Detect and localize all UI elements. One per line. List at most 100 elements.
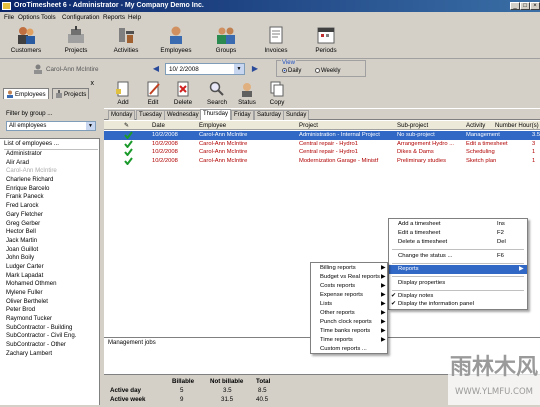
menu-options[interactable]: Options [18, 14, 40, 21]
filter-label: Filter by group ... [6, 110, 53, 117]
close-icon[interactable]: x [91, 80, 95, 87]
customers-button[interactable]: Customers [4, 25, 48, 54]
column-header[interactable]: Date [152, 122, 165, 129]
cell-project: Central repair - Hydro1 [299, 149, 358, 155]
employee-list-item[interactable]: Carol-Ann McIntire [4, 167, 98, 176]
employee-list-item[interactable]: Mark Lapadat [4, 272, 98, 281]
employee-list-item[interactable]: Administrator [4, 150, 98, 159]
table-row[interactable]: 10/2/2008 Carol-Ann McIntire Administratio… [104, 131, 540, 140]
submenu-item[interactable]: Expense reports ▶ [311, 291, 387, 300]
menu-item-add-timesheet[interactable]: Add a timesheet Ins [389, 220, 527, 229]
activities-button[interactable]: Activities [104, 25, 148, 54]
employee-list-item[interactable]: SubContractor - Other [4, 341, 98, 350]
totals-header: Billable [172, 378, 195, 385]
tab-saturday[interactable]: Saturday [254, 110, 285, 120]
edit-button[interactable]: Edit [138, 81, 168, 106]
menu-help[interactable]: Help [128, 14, 141, 21]
menu-file[interactable]: File [4, 14, 14, 21]
menu-item-reports[interactable]: Reports ▶ [389, 265, 527, 274]
copy-icon [270, 81, 284, 97]
menu-item-display-properties[interactable]: Display properties [389, 279, 527, 288]
employee-list-item[interactable]: Joan Guillot [4, 246, 98, 255]
submenu-item[interactable]: Custom reports ... [311, 345, 387, 354]
tab-monday[interactable]: Monday [108, 110, 136, 120]
submenu-item[interactable]: Budget vs Real reports ▶ [311, 273, 387, 282]
minimize-button[interactable]: _ [510, 2, 520, 10]
invoices-button[interactable]: Invoices [254, 25, 298, 54]
employee-list-item[interactable]: Jack Martin [4, 237, 98, 246]
employee-list-item[interactable]: Raymond Tucker [4, 315, 98, 324]
tab-wednesday[interactable]: Wednesday [164, 110, 202, 120]
employees-button[interactable]: Employees [154, 25, 198, 54]
previous-day-button[interactable]: ◀ [151, 65, 161, 74]
employee-list-item[interactable]: Mylene Fuller [4, 289, 98, 298]
chevron-down-icon[interactable]: ▼ [234, 64, 244, 74]
submenu-item[interactable]: Other reports ▶ [311, 309, 387, 318]
daily-radio[interactable]: Daily [282, 68, 301, 74]
next-day-button[interactable]: ▶ [250, 65, 260, 74]
totals-header: Not billable [210, 378, 244, 385]
menu-reports[interactable]: Reports [103, 14, 125, 21]
column-header[interactable]: Activity [466, 122, 485, 129]
employee-list-item[interactable]: Oliver Berthelet [4, 298, 98, 307]
column-header[interactable]: Sub-project [397, 122, 428, 129]
weekly-radio[interactable]: Weekly [315, 68, 341, 74]
add-button[interactable]: Add [108, 81, 138, 106]
delete-button[interactable]: Delete [168, 81, 198, 106]
periods-button[interactable]: Periods [304, 25, 348, 54]
menu-configuration[interactable]: Configuration [62, 14, 99, 21]
status-button[interactable]: Status [232, 81, 262, 106]
maximize-button[interactable]: □ [520, 2, 530, 10]
tab-sunday[interactable]: Sunday [283, 110, 310, 120]
group-filter-select[interactable]: All employees ▼ [6, 121, 96, 131]
submenu-item[interactable]: Lists ▶ [311, 300, 387, 309]
employee-list-item[interactable]: Gary Fletcher [4, 211, 98, 220]
submenu-item[interactable]: Time reports ▶ [311, 336, 387, 345]
employee-list-item[interactable]: John Boily [4, 254, 98, 263]
tab-employees[interactable]: Employees [3, 88, 49, 99]
tab-tuesday[interactable]: Tuesday [136, 110, 165, 120]
management-jobs-label: Management jobs [108, 340, 156, 346]
employee-list-item[interactable]: Mohamed Othmen [4, 280, 98, 289]
cell-employee: Carol-Ann McIntire [199, 157, 248, 164]
close-button[interactable]: × [530, 2, 540, 10]
menu-item-display-info-panel[interactable]: ✔ Display the information panel [389, 300, 527, 309]
employee-list-item[interactable]: Alir Arad [4, 159, 98, 168]
column-header[interactable]: Project [299, 122, 318, 129]
employee-list-item[interactable]: Zachary Lambert [4, 350, 98, 359]
column-header[interactable]: Employee [199, 122, 226, 129]
submenu-item[interactable]: Costs reports ▶ [311, 282, 387, 291]
submenu-item[interactable]: Punch clock reports ▶ [311, 318, 387, 327]
employee-list-item[interactable]: Charlene Richard [4, 176, 98, 185]
menu-tools[interactable]: Tools [41, 14, 56, 21]
employee-list-item[interactable]: SubContractor - Building [4, 324, 98, 333]
employee-list-item[interactable]: Fred Larock [4, 202, 98, 211]
employee-list-item[interactable]: Enrique Barcelo [4, 185, 98, 194]
employee-list-item[interactable]: Ludger Carter [4, 263, 98, 272]
copy-button[interactable]: Copy [262, 81, 292, 106]
employee-list-item[interactable]: Peter Brod [4, 306, 98, 315]
tab-projects[interactable]: Projects [52, 88, 90, 99]
submenu-item[interactable]: Time banks reports ▶ [311, 327, 387, 336]
employee-list-item[interactable]: SubContractor - Civil Eng. [4, 332, 98, 341]
cell-hours: 3 [532, 140, 536, 147]
groups-button[interactable]: Groups [204, 25, 248, 54]
day-tabs: Monday Tuesday Wednesday Thursday Friday… [104, 109, 540, 120]
tab-friday[interactable]: Friday [231, 110, 254, 120]
table-row[interactable]: 10/2/2008 Carol-Ann McIntire Central repai… [104, 139, 540, 149]
column-header[interactable]: Number Hour(s) [495, 122, 539, 129]
table-row[interactable]: 10/2/2008 Carol-Ann McIntire Central repai… [104, 148, 540, 157]
cell-activity: Scheduling [466, 149, 495, 155]
table-row[interactable]: 10/2/2008 Carol-Ann McIntire Modernization… [104, 156, 540, 166]
menu-item-edit-timesheet[interactable]: Edit a timesheet F2 [389, 229, 527, 238]
employee-list-item[interactable]: Frank Paneck [4, 193, 98, 202]
menu-item-change-status[interactable]: Change the status ... F6 [389, 252, 527, 261]
menu-item-delete-timesheet[interactable]: Delete a timesheet Del [389, 238, 527, 247]
submenu-item[interactable]: Billing reports ▶ [311, 264, 387, 273]
search-button[interactable]: Search [202, 81, 232, 106]
projects-button[interactable]: Projects [54, 25, 98, 54]
employee-list-item[interactable]: Hector Bell [4, 228, 98, 237]
tab-thursday[interactable]: Thursday [200, 109, 232, 120]
date-picker[interactable]: 10/ 2/2008 ▼ [165, 63, 245, 75]
employee-list-item[interactable]: Greg Gerber [4, 220, 98, 229]
